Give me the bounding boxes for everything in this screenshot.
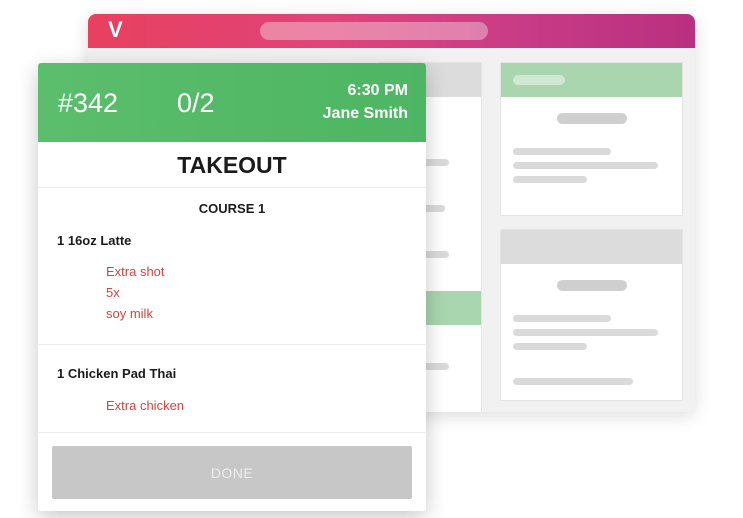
order-type: TAKEOUT [177, 152, 287, 178]
placeholder-line [513, 75, 565, 85]
app-titlebar: V [88, 14, 695, 48]
placeholder-line [513, 343, 587, 350]
modifier: Extra chicken [106, 398, 185, 413]
placeholder-line [513, 176, 587, 183]
ticket-header: #342 0/2 6:30 PM Jane Smith [38, 63, 426, 142]
divider [38, 344, 426, 345]
line-item-name[interactable]: 1 16oz Latte [57, 233, 131, 248]
placeholder-title [557, 280, 627, 291]
placeholder-line [513, 378, 633, 385]
placeholder-line [513, 162, 658, 169]
placeholder-title [557, 113, 627, 124]
ticket-number: #342 [58, 88, 119, 118]
app-logo-icon: V [108, 17, 123, 42]
placeholder-line [513, 148, 611, 155]
course-label: COURSE 1 [198, 201, 266, 216]
kitchen-ticket[interactable]: #342 0/2 6:30 PM Jane Smith TAKEOUT COUR… [38, 63, 426, 511]
tile-header [501, 230, 682, 264]
placeholder-line [513, 329, 658, 336]
ticket-progress: 0/2 [177, 88, 215, 118]
modifier: soy milk [106, 306, 153, 321]
tile-header [501, 63, 682, 97]
search-bar[interactable] [260, 22, 488, 40]
ticket-time: 6:30 PM [347, 82, 408, 99]
customer-name: Jane Smith [322, 105, 408, 122]
placeholder-line [513, 315, 611, 322]
line-item-name[interactable]: 1 Chicken Pad Thai [57, 366, 176, 381]
divider [38, 187, 426, 188]
modifier: 5x [106, 285, 120, 300]
modifier: Extra shot [106, 264, 165, 279]
ticket-tile-right-top[interactable] [500, 62, 683, 216]
done-button[interactable]: DONE [52, 446, 412, 499]
divider [38, 432, 426, 433]
ticket-tile-right-bottom[interactable] [500, 229, 683, 401]
